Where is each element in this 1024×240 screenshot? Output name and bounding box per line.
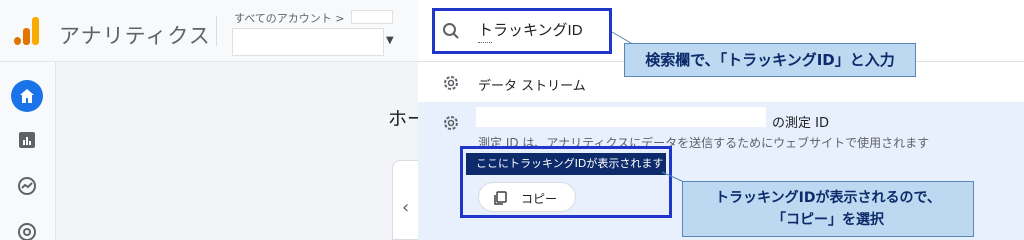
annotation-copy-text-line2: 「コピー」を選択: [772, 212, 884, 228]
annotation-copy-instruction: トラッキングIDが表示されるので、 「コピー」を選択: [682, 181, 974, 237]
gear-icon: [444, 76, 458, 90]
copy-highlight-frame: [460, 146, 672, 218]
annotation-search-instruction: 検索欄で、「トラッキングID」と入力: [624, 43, 916, 77]
analytics-logo-icon: [14, 17, 40, 45]
gear-icon: [444, 116, 458, 130]
reports-icon[interactable]: [17, 130, 37, 150]
chevron-left-icon[interactable]: ‹: [402, 197, 409, 218]
annotation-copy-text-line1: トラッキングIDが表示されるので、: [715, 190, 941, 206]
result-label: の測定 ID: [772, 116, 829, 131]
account-name-redacted: [351, 10, 393, 24]
account-breadcrumb[interactable]: すべてのアカウント >: [234, 10, 345, 26]
property-selector[interactable]: [232, 28, 384, 56]
advertising-icon[interactable]: [17, 222, 37, 240]
annotation-search-text: 検索欄で、「トラッキングID」と入力: [645, 51, 895, 69]
home-icon[interactable]: [11, 80, 43, 112]
app-title: アナリティクス: [59, 24, 211, 48]
chevron-down-icon[interactable]: ▼: [386, 35, 394, 46]
title-divider: [216, 16, 217, 46]
stream-name-redacted: [476, 107, 766, 127]
explore-icon[interactable]: [17, 176, 37, 196]
search-highlight-frame: [432, 8, 612, 54]
result-label: データ ストリーム: [478, 79, 586, 94]
